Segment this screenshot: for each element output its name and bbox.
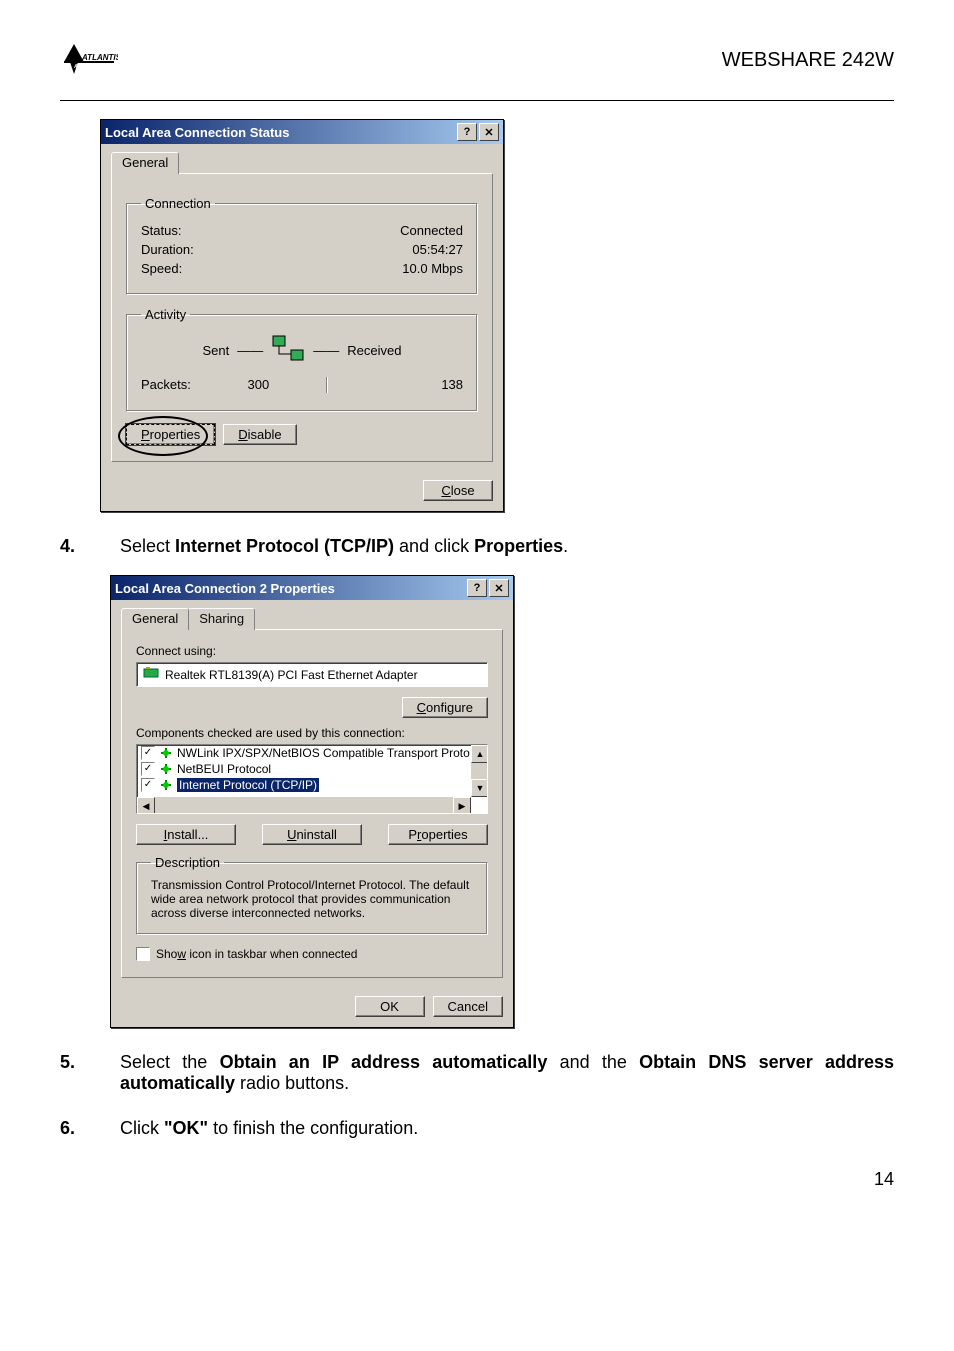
- tab-sharing[interactable]: Sharing: [188, 608, 255, 630]
- configure-button[interactable]: Configure: [402, 697, 488, 718]
- step-4-num: 4.: [60, 536, 90, 557]
- components-label: Components checked are used by this conn…: [136, 726, 488, 740]
- list-item-label: NetBEUI Protocol: [177, 762, 271, 776]
- packets-label: Packets:: [141, 377, 191, 393]
- status-value: Connected: [400, 223, 463, 238]
- close-x-button-2[interactable]: ✕: [489, 579, 509, 597]
- header-divider: [60, 100, 894, 101]
- duration-label: Duration:: [141, 242, 194, 257]
- activity-legend: Activity: [141, 307, 190, 322]
- step-4-text: Select Internet Protocol (TCP/IP) and cl…: [120, 536, 568, 557]
- properties-dialog: Local Area Connection 2 Properties ? ✕ G…: [110, 575, 514, 1028]
- help-button[interactable]: ?: [457, 123, 477, 141]
- step-6: 6. Click "OK" to finish the configuratio…: [60, 1118, 894, 1139]
- properties-title: Local Area Connection 2 Properties: [115, 581, 335, 596]
- show-icon-row[interactable]: Show icon in taskbar when connected: [136, 947, 488, 961]
- description-legend: Description: [151, 855, 224, 870]
- page-number: 14: [60, 1169, 894, 1190]
- help-button-2[interactable]: ?: [467, 579, 487, 597]
- status-label: Status:: [141, 223, 181, 238]
- list-item-label-selected: Internet Protocol (TCP/IP): [177, 778, 319, 792]
- list-item[interactable]: ✓ NWLink IPX/SPX/NetBIOS Compatible Tran…: [137, 745, 487, 761]
- step-4: 4. Select Internet Protocol (TCP/IP) and…: [60, 536, 894, 557]
- tab-general[interactable]: General: [111, 152, 179, 174]
- close-x-button[interactable]: ✕: [479, 123, 499, 141]
- sent-label: Sent: [203, 343, 230, 358]
- list-item-label: NWLink IPX/SPX/NetBIOS Compatible Transp…: [177, 746, 470, 760]
- components-listbox[interactable]: ✓ NWLink IPX/SPX/NetBIOS Compatible Tran…: [136, 744, 488, 814]
- disable-button[interactable]: Disable: [223, 424, 296, 445]
- scroll-down-icon[interactable]: ▼: [471, 779, 488, 797]
- step-5: 5. Select the Obtain an IP address autom…: [60, 1052, 894, 1094]
- product-name: WEBSHARE 242W: [722, 49, 894, 72]
- page-header: ATLANTIS AND WEBSHARE 242W: [60, 40, 894, 80]
- protocol-icon: [159, 746, 173, 760]
- scrollbar-vertical[interactable]: ▲ ▼: [471, 745, 487, 797]
- cancel-button[interactable]: Cancel: [433, 996, 503, 1017]
- adapter-field: Realtek RTL8139(A) PCI Fast Ethernet Ada…: [136, 662, 488, 687]
- show-icon-checkbox[interactable]: [136, 947, 150, 961]
- connection-group: Connection Status: Connected Duration: 0…: [126, 196, 478, 295]
- description-group: Description Transmission Control Protoco…: [136, 855, 488, 935]
- checkbox-icon[interactable]: ✓: [141, 746, 155, 760]
- connect-using-label: Connect using:: [136, 644, 488, 658]
- properties-titlebar: Local Area Connection 2 Properties ? ✕: [111, 576, 513, 600]
- step-5-text: Select the Obtain an IP address automati…: [120, 1052, 894, 1094]
- scroll-left-icon[interactable]: ◀: [137, 797, 155, 814]
- svg-text:AND: AND: [73, 64, 85, 70]
- speed-value: 10.0 Mbps: [402, 261, 463, 276]
- packets-received: 138: [328, 377, 463, 393]
- tab-general-2[interactable]: General: [121, 608, 189, 630]
- connection-legend: Connection: [141, 196, 215, 211]
- duration-value: 05:54:27: [412, 242, 463, 257]
- nic-icon: [143, 666, 159, 683]
- step-6-text: Click "OK" to finish the configuration.: [120, 1118, 418, 1139]
- protocol-icon: [159, 778, 173, 792]
- received-label: Received: [347, 343, 401, 358]
- list-item[interactable]: ✓ NetBEUI Protocol: [137, 761, 487, 777]
- logo-text: ATLANTIS: [81, 53, 118, 62]
- logo: ATLANTIS AND: [60, 40, 118, 80]
- uninstall-button[interactable]: Uninstall: [262, 824, 362, 845]
- list-item[interactable]: ✓ Internet Protocol (TCP/IP): [137, 777, 487, 793]
- status-titlebar: Local Area Connection Status ? ✕: [101, 120, 503, 144]
- packets-sent: 300: [191, 377, 326, 393]
- checkbox-icon[interactable]: ✓: [141, 778, 155, 792]
- close-button[interactable]: Close: [423, 480, 493, 501]
- scroll-right-icon[interactable]: ▶: [453, 797, 471, 814]
- scroll-up-icon[interactable]: ▲: [471, 745, 488, 763]
- install-button[interactable]: Install...: [136, 824, 236, 845]
- step-5-num: 5.: [60, 1052, 90, 1094]
- adapter-name: Realtek RTL8139(A) PCI Fast Ethernet Ada…: [165, 668, 418, 682]
- status-dialog: Local Area Connection Status ? ✕ General…: [100, 119, 504, 512]
- show-icon-label: Show icon in taskbar when connected: [156, 947, 357, 961]
- component-properties-button[interactable]: Properties: [388, 824, 488, 845]
- status-title: Local Area Connection Status: [105, 125, 289, 140]
- protocol-icon: [159, 762, 173, 776]
- checkbox-icon[interactable]: ✓: [141, 762, 155, 776]
- description-text: Transmission Control Protocol/Internet P…: [151, 878, 473, 920]
- step-6-num: 6.: [60, 1118, 90, 1139]
- network-icon: [271, 334, 305, 367]
- logo-icon: ATLANTIS AND: [60, 40, 118, 80]
- activity-group: Activity Sent ——: [126, 307, 478, 412]
- ok-button[interactable]: OK: [355, 996, 425, 1017]
- properties-button[interactable]: Properties: [126, 424, 215, 445]
- speed-label: Speed:: [141, 261, 182, 276]
- scrollbar-horizontal[interactable]: ◀ ▶: [137, 797, 471, 813]
